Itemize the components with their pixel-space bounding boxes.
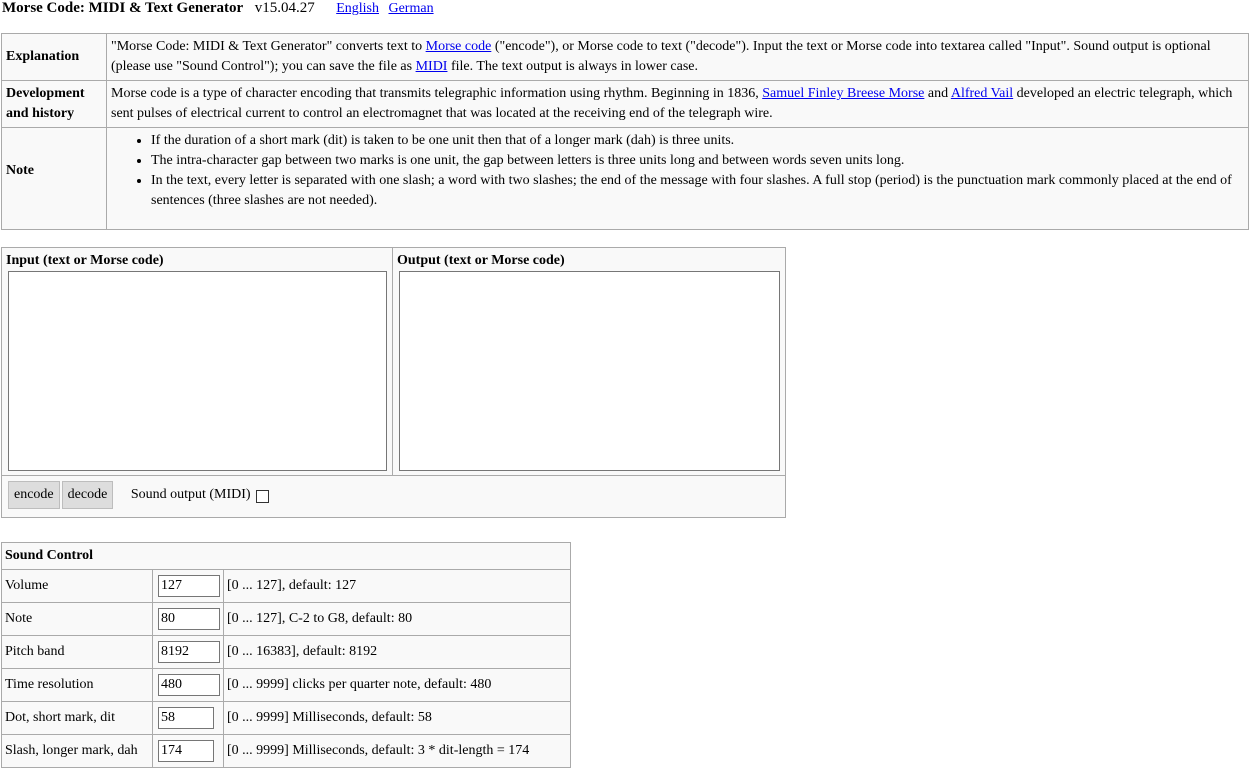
note-item: In the text, every letter is separated w… [151,171,1244,211]
note-item: If the duration of a short mark (dit) is… [151,131,1244,151]
alfred-vail-link[interactable]: Alfred Vail [951,86,1013,101]
io-fields-row: Input (text or Morse code) Output (text … [1,247,787,476]
pitch-band-label: Pitch band [1,635,153,669]
volume-input-cell [152,569,224,603]
time-resolution-hint: [0 ... 9999] clicks per quarter note, de… [223,668,571,702]
dit-hint: [0 ... 9999] Milliseconds, default: 58 [223,701,571,735]
dit-input-cell [152,701,224,735]
dah-input[interactable] [158,740,214,762]
history-text: Morse code is a type of character encodi… [106,80,1249,128]
history-text-part: and [924,86,951,101]
history-text-part: Morse code is a type of character encodi… [111,86,763,101]
sound-row-pitch-band: Pitch band [0 ... 16383], default: 8192 [1,635,571,669]
output-label: Output (text or Morse code) [396,253,565,268]
history-heading: Development and history [1,80,107,128]
page-header: Morse Code: MIDI & Text Generator v15.04… [2,0,434,16]
time-resolution-input[interactable] [158,674,220,696]
input-label: Input (text or Morse code) [6,253,164,268]
note-input-cell [152,602,224,636]
info-table: Explanation "Morse Code: MIDI & Text Gen… [1,33,1249,230]
io-controls-row: encode decode Sound output (MIDI) [1,475,786,518]
dit-input[interactable] [158,707,214,729]
samuel-morse-link[interactable]: Samuel Finley Breese Morse [762,86,924,101]
sound-output-checkbox[interactable] [255,489,269,503]
sound-row-dah: Slash, longer mark, dah [0 ... 9999] Mil… [1,734,571,768]
decode-button[interactable]: decode [61,481,114,509]
note-content: If the duration of a short mark (dit) is… [106,127,1249,230]
explanation-row: Explanation "Morse Code: MIDI & Text Gen… [1,33,1249,81]
sound-control-table: Sound Control Volume [0 ... 127], defaul… [1,542,571,768]
note-heading: Note [1,127,107,230]
input-cell: Input (text or Morse code) [1,247,393,476]
sound-row-time-resolution: Time resolution [0 ... 9999] clicks per … [1,668,571,702]
dah-input-cell [152,734,224,768]
pitch-band-input-cell [152,635,224,669]
dit-label: Dot, short mark, dit [1,701,153,735]
sound-row-dit: Dot, short mark, dit [0 ... 9999] Millis… [1,701,571,735]
encode-button[interactable]: encode [8,481,60,509]
explanation-heading: Explanation [1,33,107,81]
midi-link[interactable]: MIDI [416,59,448,74]
note-item: The intra-character gap between two mark… [151,151,1244,171]
time-resolution-label: Time resolution [1,668,153,702]
pitch-band-hint: [0 ... 16383], default: 8192 [223,635,571,669]
output-textarea[interactable] [398,271,780,471]
explanation-text: "Morse Code: MIDI & Text Generator" conv… [106,33,1249,81]
input-textarea[interactable] [8,271,387,471]
pitch-band-input[interactable] [158,641,220,663]
sound-row-volume: Volume [0 ... 127], default: 127 [1,569,571,603]
note-input[interactable] [158,608,220,630]
explanation-text-part: file. The text output is always in lower… [447,59,698,74]
io-table: Input (text or Morse code) Output (text … [1,247,787,518]
output-cell: Output (text or Morse code) [391,247,787,476]
note-hint: [0 ... 127], C-2 to G8, default: 80 [223,602,571,636]
version-label: v15.04.27 [254,0,315,16]
volume-input[interactable] [158,575,220,597]
page-title: Morse Code: MIDI & Text Generator [2,0,244,16]
language-link-english[interactable]: English [336,1,379,16]
note-row: Note If the duration of a short mark (di… [1,127,1249,230]
language-link-german[interactable]: German [388,1,433,16]
sound-control-header-row: Sound Control [1,542,571,570]
morse-code-link[interactable]: Morse code [426,39,492,54]
sound-row-note: Note [0 ... 127], C-2 to G8, default: 80 [1,602,571,636]
volume-hint: [0 ... 127], default: 127 [223,569,571,603]
history-row: Development and history Morse code is a … [1,80,1249,128]
sound-output-label: Sound output (MIDI) [130,487,251,502]
sound-control-heading: Sound Control [1,542,571,570]
time-resolution-input-cell [152,668,224,702]
explanation-text-part: "Morse Code: MIDI & Text Generator" conv… [111,39,426,54]
volume-label: Volume [1,569,153,603]
dah-hint: [0 ... 9999] Milliseconds, default: 3 * … [223,734,571,768]
io-controls: encode decode Sound output (MIDI) [1,475,786,518]
note-label: Note [1,602,153,636]
dah-label: Slash, longer mark, dah [1,734,153,768]
note-list: If the duration of a short mark (dit) is… [111,131,1244,211]
